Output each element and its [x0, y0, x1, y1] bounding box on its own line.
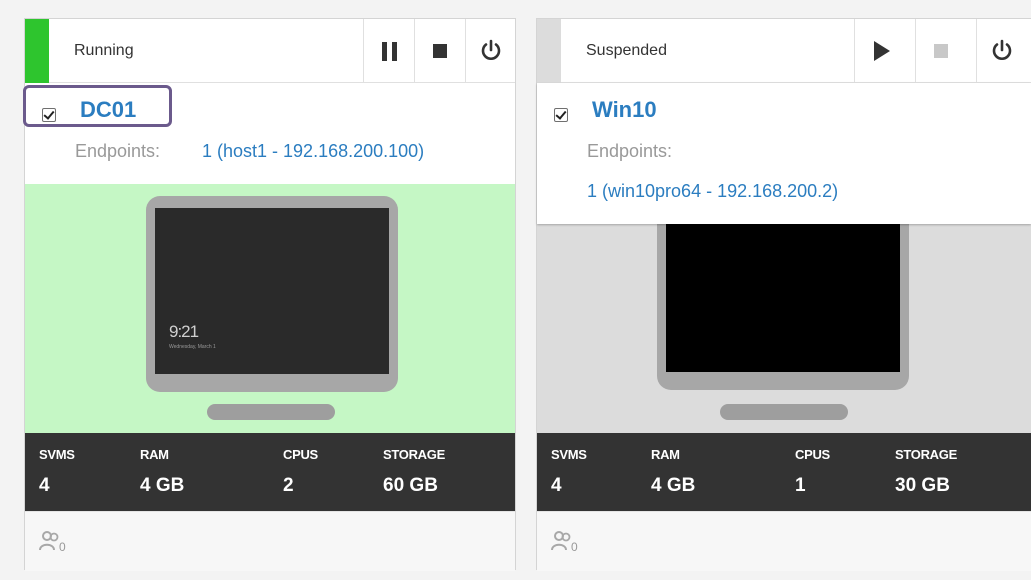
stat-value: 4 — [551, 475, 562, 496]
power-button[interactable] — [465, 19, 516, 83]
status-bar: Suspended — [537, 19, 1031, 83]
lock-screen-time: 9:21 — [169, 322, 199, 341]
endpoints-link[interactable]: 1 (host1 - 192.168.200.100) — [202, 141, 424, 162]
stat-label: STORAGE — [895, 447, 957, 462]
vm-screen-area[interactable]: 9:21 Wednesday, March 1 — [25, 184, 515, 433]
vm-screenshot: 9:21 Wednesday, March 1 — [155, 208, 389, 374]
status-label: Suspended — [586, 42, 667, 59]
power-icon — [992, 39, 1012, 60]
stat-label: STORAGE — [383, 447, 445, 462]
lock-screen-date: Wednesday, March 1 — [169, 344, 216, 350]
vm-stats: SVMS 4 RAM 4 GB CPUS 1 STORAGE 30 GB — [537, 433, 1031, 511]
endpoints-label: Endpoints: — [75, 141, 161, 161]
vm-card-win10: Suspended Win10 Endpoints: 1 (win10pro64… — [536, 18, 1031, 571]
play-button[interactable] — [854, 19, 905, 83]
power-button[interactable] — [976, 19, 1027, 83]
vm-footer: 0 — [25, 511, 515, 571]
stat-value: 60 GB — [383, 475, 438, 496]
status-bar: Running — [25, 19, 515, 83]
stat-value: 4 GB — [140, 475, 185, 496]
monitor-stand — [720, 404, 848, 420]
pause-button[interactable] — [363, 19, 414, 83]
monitor-stand — [207, 404, 335, 420]
vm-name-link[interactable]: DC01 — [80, 97, 136, 123]
stat-label: SVMS — [551, 447, 587, 462]
stat-value: 2 — [283, 475, 294, 496]
vm-info: DC01 Endpoints: 1 (host1 - 192.168.200.1… — [23, 83, 515, 184]
users-count: 0 — [59, 540, 66, 554]
vm-card-dc01: Running DC01 Endpoints: 1 (host1 - 192.1… — [23, 18, 516, 571]
stat-value: 1 — [795, 475, 806, 496]
stat-label: SVMS — [39, 447, 75, 462]
stat-label: RAM — [651, 447, 680, 462]
stop-button[interactable] — [915, 19, 966, 83]
monitor-icon: 9:21 Wednesday, March 1 — [146, 196, 398, 392]
vm-select-checkbox[interactable] — [554, 108, 568, 122]
stat-value: 4 GB — [651, 475, 696, 496]
status-label: Running — [74, 42, 134, 59]
stat-label: CPUS — [283, 447, 318, 462]
endpoints-link[interactable]: 1 (win10pro64 - 192.168.200.2) — [587, 181, 838, 202]
stat-value: 30 GB — [895, 475, 950, 496]
vm-select-checkbox[interactable] — [42, 108, 56, 122]
vm-name-link[interactable]: Win10 — [592, 97, 657, 123]
play-icon — [873, 41, 890, 61]
users-count: 0 — [571, 540, 578, 554]
status-indicator — [25, 19, 49, 83]
stat-value: 4 — [39, 475, 50, 496]
vm-info: Win10 Endpoints: 1 (win10pro64 - 192.168… — [537, 83, 1031, 224]
status-indicator — [537, 19, 561, 83]
stop-icon — [934, 44, 948, 58]
stat-label: RAM — [140, 447, 169, 462]
pause-icon — [381, 41, 397, 61]
stop-icon — [433, 44, 447, 58]
stop-button[interactable] — [414, 19, 465, 83]
power-icon — [481, 39, 501, 60]
endpoints-label: Endpoints: — [587, 141, 673, 161]
vm-screenshot — [666, 206, 900, 372]
stat-label: CPUS — [795, 447, 830, 462]
vm-stats: SVMS 4 RAM 4 GB CPUS 2 STORAGE 60 GB — [25, 433, 515, 511]
vm-footer: 0 — [537, 511, 1031, 571]
